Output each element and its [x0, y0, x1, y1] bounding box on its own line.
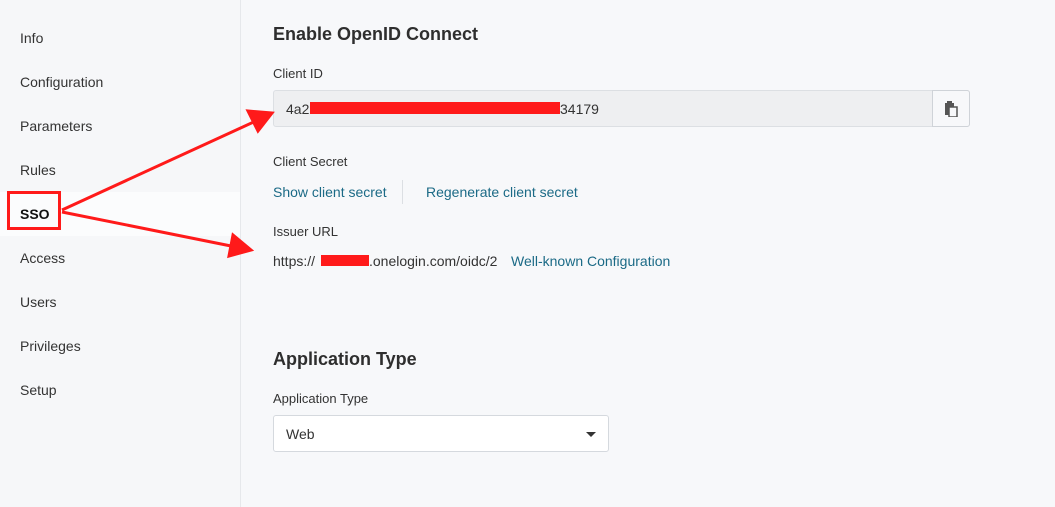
client-id-suffix: 34179: [560, 101, 599, 117]
sidebar-item-info[interactable]: Info: [20, 30, 43, 46]
sidebar-item-setup[interactable]: Setup: [20, 382, 57, 398]
sidebar: Info Configuration Parameters Rules SSO …: [0, 0, 241, 507]
issuer-url-suffix: .onelogin.com/oidc/2: [369, 253, 498, 269]
redaction-mark: [310, 102, 560, 114]
sidebar-item-access[interactable]: Access: [20, 250, 65, 266]
main-content: Enable OpenID Connect Client ID 4a2 3417…: [241, 0, 1055, 507]
regenerate-client-secret-link[interactable]: Regenerate client secret: [426, 184, 578, 200]
show-client-secret-link[interactable]: Show client secret: [273, 184, 387, 200]
issuer-url-label: Issuer URL: [273, 224, 339, 239]
application-type-label: Application Type: [273, 391, 369, 406]
application-type-section-title: Application Type: [273, 349, 417, 369]
sidebar-item-parameters[interactable]: Parameters: [20, 118, 92, 134]
client-id-prefix: 4a2: [286, 101, 310, 117]
application-type-select[interactable]: Web: [273, 415, 609, 452]
client-id-label: Client ID: [273, 66, 323, 81]
caret-down-icon: [586, 432, 596, 437]
issuer-url-prefix: https://: [273, 253, 316, 269]
client-id-field[interactable]: 4a2 34179: [273, 90, 970, 127]
application-type-value: Web: [286, 426, 315, 442]
well-known-configuration-link[interactable]: Well-known Configuration: [511, 253, 670, 269]
clipboard-icon: [945, 100, 958, 117]
redaction-mark: [321, 255, 369, 266]
sidebar-item-rules[interactable]: Rules: [20, 162, 56, 178]
sidebar-item-users[interactable]: Users: [20, 294, 57, 310]
openid-section-title: Enable OpenID Connect: [273, 24, 479, 44]
client-secret-label: Client Secret: [273, 154, 348, 169]
copy-button[interactable]: [932, 90, 970, 127]
link-divider: [402, 180, 403, 204]
sidebar-item-privileges[interactable]: Privileges: [20, 338, 81, 354]
annotation-highlight-box: [7, 191, 61, 230]
sidebar-item-configuration[interactable]: Configuration: [20, 74, 103, 90]
